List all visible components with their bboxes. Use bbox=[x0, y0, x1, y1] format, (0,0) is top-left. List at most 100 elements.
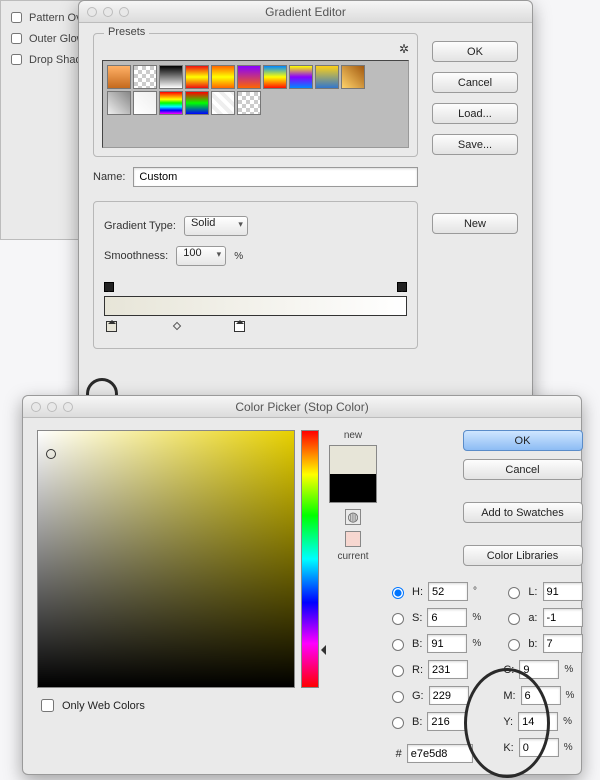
preset-swatch[interactable] bbox=[107, 91, 131, 115]
drop-shadow-checkbox[interactable] bbox=[11, 54, 22, 65]
preset-swatch[interactable] bbox=[237, 91, 261, 115]
hue-indicator[interactable] bbox=[316, 645, 326, 655]
cancel-button[interactable]: Cancel bbox=[432, 72, 518, 93]
gradient-type-label: Gradient Type: bbox=[104, 220, 176, 232]
pattern-overlay-checkbox[interactable] bbox=[11, 12, 22, 23]
midpoint-diamond[interactable] bbox=[173, 322, 181, 330]
ok-button[interactable]: OK bbox=[463, 430, 583, 451]
color-marker[interactable] bbox=[46, 449, 56, 459]
nearest-web-swatch[interactable] bbox=[345, 531, 361, 547]
radio-bl[interactable] bbox=[392, 717, 404, 729]
preset-swatch[interactable] bbox=[159, 65, 183, 89]
input-Y[interactable] bbox=[518, 712, 558, 731]
preset-swatch[interactable] bbox=[185, 91, 209, 115]
new-current-swatch[interactable] bbox=[329, 445, 377, 503]
preset-swatch[interactable] bbox=[159, 91, 183, 115]
preset-swatch[interactable] bbox=[211, 65, 235, 89]
preset-swatch[interactable] bbox=[107, 65, 131, 89]
radio-r[interactable] bbox=[392, 665, 404, 677]
only-web-colors[interactable]: Only Web Colors bbox=[37, 696, 319, 715]
input-M[interactable] bbox=[521, 686, 561, 705]
radio-b[interactable] bbox=[392, 639, 404, 651]
unit-pct: % bbox=[563, 716, 572, 727]
radio-L[interactable] bbox=[508, 587, 520, 599]
preset-swatch[interactable] bbox=[211, 91, 235, 115]
new-color[interactable] bbox=[330, 446, 376, 474]
only-web-checkbox[interactable] bbox=[41, 699, 54, 712]
presets-label: Presets bbox=[104, 26, 149, 38]
outer-glow-checkbox[interactable] bbox=[11, 33, 22, 44]
presets-well[interactable] bbox=[102, 60, 409, 148]
label-L: L: bbox=[528, 586, 537, 598]
opacity-stop-right[interactable] bbox=[397, 282, 407, 292]
preset-swatch[interactable] bbox=[237, 65, 261, 89]
preset-swatch[interactable] bbox=[341, 65, 365, 89]
gradient-editor-titlebar[interactable]: Gradient Editor bbox=[79, 1, 532, 23]
preset-swatch[interactable] bbox=[133, 91, 157, 115]
label-bl: B: bbox=[412, 716, 422, 728]
load-button[interactable]: Load... bbox=[432, 103, 518, 124]
new-button[interactable]: New bbox=[432, 213, 518, 234]
radio-h[interactable] bbox=[392, 587, 404, 599]
name-input[interactable] bbox=[133, 167, 418, 187]
color-picker-dialog: Color Picker (Stop Color) Only Web Color… bbox=[22, 395, 582, 775]
hue-slider[interactable] bbox=[301, 430, 319, 688]
radio-g[interactable] bbox=[392, 691, 404, 703]
preset-swatch[interactable] bbox=[263, 65, 287, 89]
input-C[interactable] bbox=[519, 660, 559, 679]
label-g: G: bbox=[412, 690, 424, 702]
current-color[interactable] bbox=[330, 474, 376, 502]
opacity-stop-left[interactable] bbox=[104, 282, 114, 292]
unit-pct: % bbox=[564, 742, 573, 753]
radio-a[interactable] bbox=[508, 613, 520, 625]
color-stop-mid[interactable] bbox=[234, 321, 245, 332]
label-h: H: bbox=[412, 586, 423, 598]
preset-swatch[interactable] bbox=[133, 65, 157, 89]
label-r: R: bbox=[412, 664, 423, 676]
smoothness-value: 100 bbox=[183, 247, 201, 259]
input-lb[interactable] bbox=[543, 634, 583, 653]
radio-s[interactable] bbox=[392, 613, 404, 625]
gradient-bar[interactable] bbox=[104, 282, 407, 332]
add-swatches-button[interactable]: Add to Swatches bbox=[463, 502, 583, 523]
gradient-type-fieldset: Gradient Type: Solid Smoothness: 100 % bbox=[93, 201, 418, 349]
input-b[interactable] bbox=[427, 634, 467, 653]
ok-button[interactable]: OK bbox=[432, 41, 518, 62]
gradient-editor-title: Gradient Editor bbox=[79, 5, 532, 19]
unit-pct: % bbox=[566, 690, 575, 701]
input-h[interactable] bbox=[428, 582, 468, 601]
input-s[interactable] bbox=[427, 608, 467, 627]
unit-pct: % bbox=[564, 664, 573, 675]
gradient-preview[interactable] bbox=[104, 296, 407, 316]
cancel-button[interactable]: Cancel bbox=[463, 459, 583, 480]
only-web-label: Only Web Colors bbox=[62, 700, 145, 712]
input-g[interactable] bbox=[429, 686, 469, 705]
input-r[interactable] bbox=[428, 660, 468, 679]
preset-swatch[interactable] bbox=[185, 65, 209, 89]
label-a: a: bbox=[528, 612, 537, 624]
cube-icon[interactable]: ◍ bbox=[345, 509, 361, 525]
presets-fieldset: Presets ✲ bbox=[93, 33, 418, 157]
color-libraries-button[interactable]: Color Libraries bbox=[463, 545, 583, 566]
input-L[interactable] bbox=[543, 582, 583, 601]
color-field[interactable] bbox=[37, 430, 295, 688]
hex-label: # bbox=[396, 748, 402, 760]
label-s: S: bbox=[412, 612, 422, 624]
percent-unit: % bbox=[234, 251, 243, 262]
unit-pct: % bbox=[472, 612, 481, 623]
preset-swatch[interactable] bbox=[315, 65, 339, 89]
unit-pct: % bbox=[472, 638, 481, 649]
gear-icon[interactable]: ✲ bbox=[399, 42, 409, 56]
radio-lb[interactable] bbox=[508, 639, 520, 651]
gradient-type-select[interactable]: Solid bbox=[184, 216, 248, 236]
color-picker-titlebar[interactable]: Color Picker (Stop Color) bbox=[23, 396, 581, 418]
color-stop-left[interactable] bbox=[106, 321, 117, 332]
input-bl[interactable] bbox=[427, 712, 467, 731]
preset-swatch[interactable] bbox=[289, 65, 313, 89]
input-hex[interactable] bbox=[407, 744, 473, 763]
save-button[interactable]: Save... bbox=[432, 134, 518, 155]
input-K[interactable] bbox=[519, 738, 559, 757]
input-a[interactable] bbox=[543, 608, 583, 627]
smoothness-select[interactable]: 100 bbox=[176, 246, 226, 266]
label-b: B: bbox=[412, 638, 422, 650]
